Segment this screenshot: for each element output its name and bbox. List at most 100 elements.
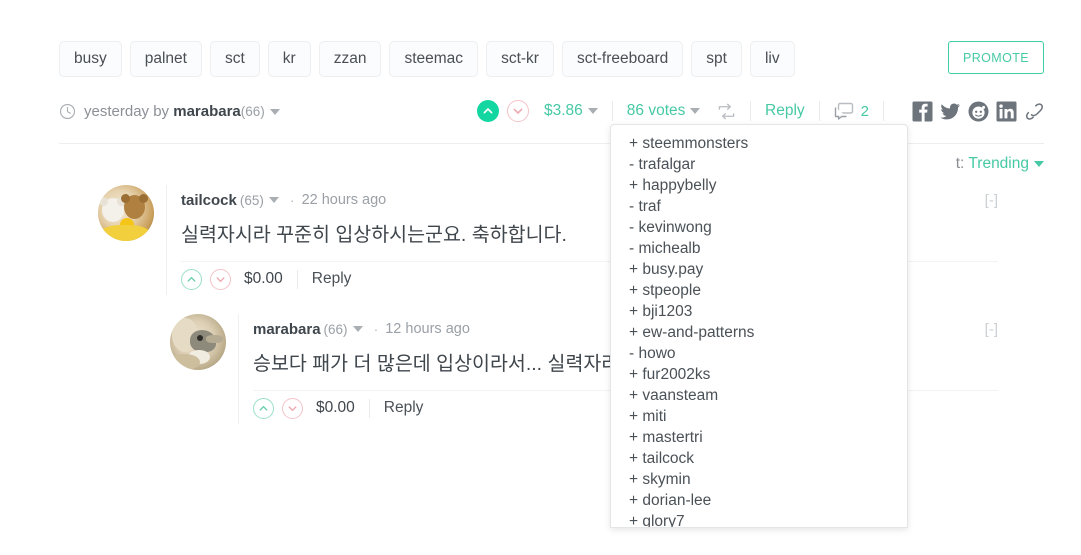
comment-author-reputation: (65) [239, 192, 264, 208]
chevron-down-icon [513, 108, 523, 114]
post-footer-page: busy palnet sct kr zzan steemac sct-kr s… [0, 0, 1081, 555]
twitter-icon[interactable] [940, 101, 961, 122]
chevron-down-icon[interactable] [587, 107, 598, 114]
chevron-up-icon [259, 405, 268, 411]
tag-spt[interactable]: spt [691, 41, 742, 77]
comment-author[interactable]: tailcock [181, 192, 237, 209]
comment-sort-label: t: [955, 155, 965, 172]
voter-item[interactable]: - traf [629, 196, 907, 217]
post-author[interactable]: marabara [173, 103, 241, 120]
voter-item[interactable]: + happybelly [629, 175, 907, 196]
post-payout-value: $3.86 [544, 102, 583, 119]
comment-count[interactable]: 2 [834, 102, 869, 120]
divider [296, 269, 298, 289]
voter-item[interactable]: + glory7 [629, 511, 907, 527]
avatar[interactable] [170, 314, 226, 370]
tag-kr[interactable]: kr [267, 41, 311, 77]
voter-item[interactable]: - michealb [629, 238, 907, 259]
comment-upvote-button[interactable] [181, 268, 202, 290]
comment-payout[interactable]: $0.00 [244, 270, 283, 288]
voter-item[interactable]: + bji1203 [629, 301, 907, 322]
chevron-down-icon[interactable] [269, 108, 280, 115]
voter-item[interactable]: + tailcock [629, 448, 907, 469]
divider [611, 101, 613, 121]
chevron-down-icon[interactable] [690, 107, 701, 114]
comment-downvote-button[interactable] [282, 397, 303, 419]
voter-item[interactable]: - howo [629, 343, 907, 364]
voter-item[interactable]: + ew-and-patterns [629, 322, 907, 343]
link-icon[interactable] [1024, 101, 1044, 122]
clock-icon [59, 103, 76, 119]
post-actions: Reply 2 [717, 94, 1044, 128]
comment-reply-link[interactable]: Reply [312, 270, 352, 288]
voter-item[interactable]: + skymin [629, 469, 907, 490]
tag-sct-freeboard[interactable]: sct-freeboard [561, 41, 684, 77]
divider [368, 398, 370, 418]
tag-steemac[interactable]: steemac [389, 41, 479, 77]
voter-item[interactable]: + vaansteam [629, 385, 907, 406]
voter-item[interactable]: + steemmonsters [629, 133, 907, 154]
divider [818, 101, 820, 121]
chevron-down-icon[interactable] [352, 326, 363, 332]
chevron-up-icon [187, 276, 196, 282]
voter-item[interactable]: - kevinwong [629, 217, 907, 238]
voter-item[interactable]: + dorian-lee [629, 490, 907, 511]
post-timestamp-label: yesterday by marabara(66) [84, 103, 280, 120]
comment-upvote-button[interactable] [253, 397, 274, 419]
chevron-down-icon[interactable] [1034, 160, 1044, 167]
promote-button[interactable]: PROMOTE [948, 41, 1044, 74]
comment-author[interactable]: marabara [253, 321, 321, 338]
avatar[interactable] [98, 185, 154, 241]
post-reply-link[interactable]: Reply [765, 102, 805, 120]
post-author-reputation: (66) [240, 103, 265, 119]
comment-timestamp: 12 hours ago [385, 321, 470, 337]
post-votes-link[interactable]: 86 votes [627, 102, 701, 120]
voter-item[interactable]: + busy.pay [629, 259, 907, 280]
comment-author-reputation: (66) [323, 321, 348, 337]
chevron-down-icon [216, 276, 225, 282]
comment-timestamp: 22 hours ago [301, 192, 387, 208]
voter-item[interactable]: + miti [629, 406, 907, 427]
resteem-icon[interactable] [717, 102, 736, 121]
voter-item[interactable]: + stpeople [629, 280, 907, 301]
reddit-icon[interactable] [968, 101, 989, 122]
separator-dot: · [373, 321, 379, 337]
tag-liv[interactable]: liv [749, 41, 795, 77]
comment-count-value: 2 [860, 102, 869, 120]
comment-downvote-button[interactable] [210, 268, 231, 290]
tag-zzan[interactable]: zzan [318, 41, 382, 77]
post-by-label: by [153, 102, 170, 120]
tag-busy[interactable]: busy [59, 41, 122, 77]
post-time: yesterday [84, 102, 150, 120]
post-author-info[interactable]: yesterday by marabara(66) [59, 94, 280, 128]
voter-item[interactable]: + mastertri [629, 427, 907, 448]
comment-sort-value: Trending [968, 155, 1029, 172]
chevron-down-icon [288, 405, 297, 411]
comment-collapse-toggle[interactable]: [-] [985, 192, 998, 209]
post-payout[interactable]: $3.86 [544, 102, 598, 120]
post-votes-value: 86 votes [626, 102, 686, 119]
voter-item[interactable]: - trafalgar [629, 154, 907, 175]
tag-sct-kr[interactable]: sct-kr [486, 41, 554, 77]
separator-dot: · [289, 192, 295, 208]
voters-dropdown: + steemmonsters - trafalgar + happybelly… [610, 124, 908, 528]
comment-sort-control[interactable]: t: Trending [956, 155, 1044, 173]
comment-bubble-icon [834, 102, 853, 120]
tag-palnet[interactable]: palnet [129, 41, 202, 77]
comment-reply-link[interactable]: Reply [384, 399, 424, 417]
comment-collapse-toggle[interactable]: [-] [985, 321, 998, 338]
tag-sct[interactable]: sct [209, 41, 260, 77]
divider [750, 101, 752, 121]
linkedin-icon[interactable] [996, 101, 1017, 122]
chevron-down-icon[interactable] [268, 197, 279, 203]
social-share-group [912, 101, 1044, 122]
facebook-icon[interactable] [912, 101, 933, 122]
post-vote-group: $3.86 86 votes [477, 94, 701, 128]
voter-item[interactable]: + fur2002ks [629, 364, 907, 385]
divider [883, 101, 884, 121]
comment-payout[interactable]: $0.00 [316, 399, 355, 417]
chevron-up-icon [483, 108, 493, 114]
upvote-button[interactable] [477, 100, 499, 122]
post-meta-row: yesterday by marabara(66) $3.86 86 votes [59, 94, 1044, 128]
downvote-button[interactable] [507, 100, 529, 122]
